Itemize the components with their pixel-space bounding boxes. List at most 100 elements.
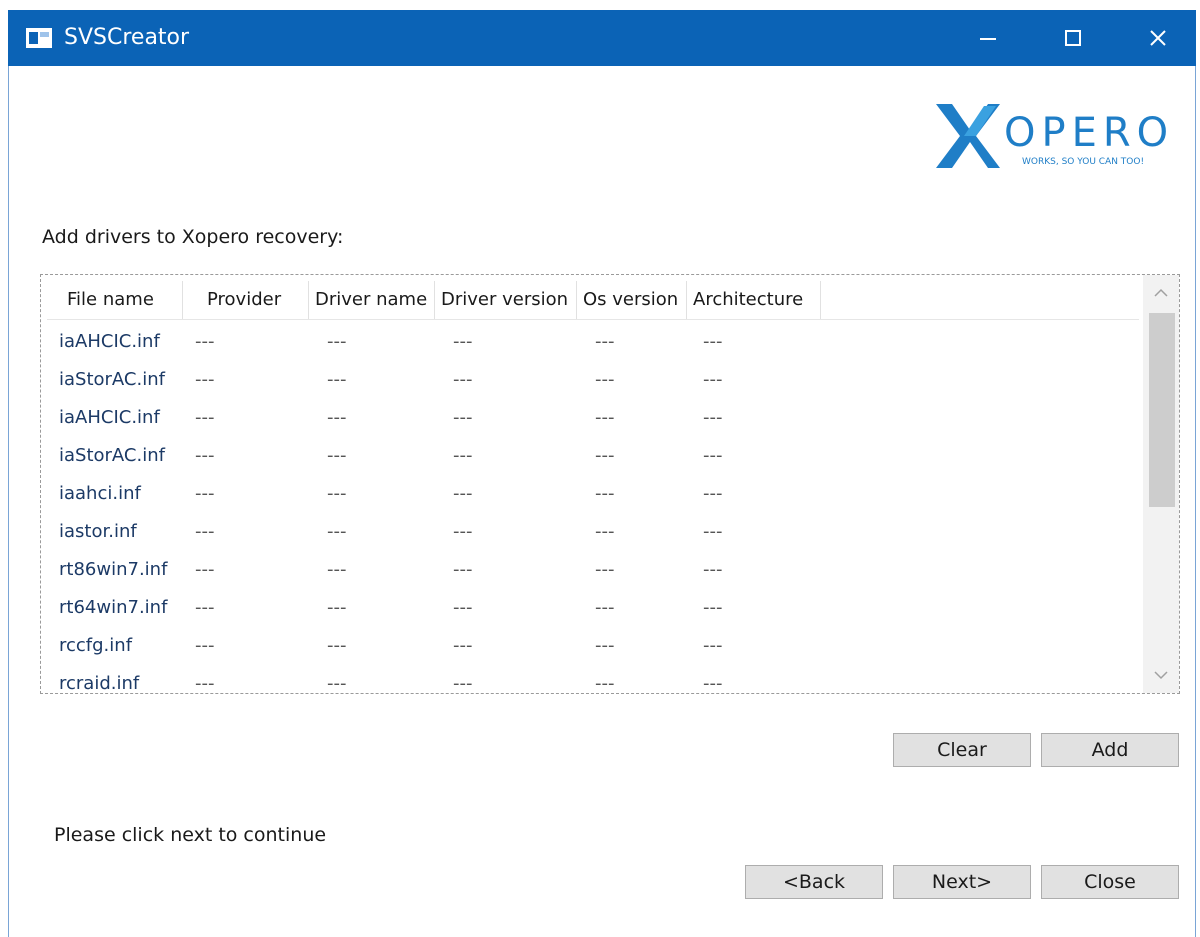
close-icon	[1150, 30, 1166, 46]
table-row[interactable]: rccfg.inf --- --- --- --- ---	[49, 627, 1139, 665]
driver-name-cell: ---	[327, 673, 347, 694]
driver-version-cell: ---	[453, 483, 473, 504]
architecture-cell: ---	[703, 483, 723, 504]
os-version-cell: ---	[595, 369, 615, 390]
file-name-cell: iaAHCIC.inf	[59, 331, 160, 352]
table-row[interactable]: rt86win7.inf --- --- --- --- ---	[49, 551, 1139, 589]
provider-cell: ---	[195, 483, 215, 504]
table-row[interactable]: iaStorAC.inf --- --- --- --- ---	[49, 437, 1139, 475]
file-name-cell: iastor.inf	[59, 521, 137, 542]
architecture-cell: ---	[703, 559, 723, 580]
driver-version-cell: ---	[453, 597, 473, 618]
driver-name-cell: ---	[327, 483, 347, 504]
column-header[interactable]: Provider	[183, 281, 309, 319]
provider-cell: ---	[195, 331, 215, 352]
driver-version-cell: ---	[453, 521, 473, 542]
app-icon	[26, 28, 52, 48]
driver-name-cell: ---	[327, 559, 347, 580]
driver-name-cell: ---	[327, 407, 347, 428]
column-header[interactable]: Driver version	[435, 281, 577, 319]
chevron-up-icon	[1154, 288, 1168, 297]
table-row[interactable]: rt64win7.inf --- --- --- --- ---	[49, 589, 1139, 627]
column-header[interactable]: File name	[49, 281, 183, 319]
driver-version-cell: ---	[453, 331, 473, 352]
back-button[interactable]: <Back	[745, 865, 883, 899]
next-button[interactable]: Next>	[893, 865, 1031, 899]
os-version-cell: ---	[595, 673, 615, 694]
file-name-cell: rcraid.inf	[59, 673, 140, 694]
driver-name-cell: ---	[327, 445, 347, 466]
driver-version-cell: ---	[453, 559, 473, 580]
title-bar: SVSCreator	[8, 10, 1196, 66]
file-name-cell: rt64win7.inf	[59, 597, 168, 618]
column-header[interactable]: Driver name	[309, 281, 435, 319]
os-version-cell: ---	[595, 445, 615, 466]
minimize-icon	[980, 38, 996, 40]
svg-text:WORKS, SO YOU CAN TOO!: WORKS, SO YOU CAN TOO!	[1022, 157, 1144, 167]
provider-cell: ---	[195, 559, 215, 580]
column-header[interactable]: Architecture	[687, 281, 821, 319]
driver-name-cell: ---	[327, 635, 347, 656]
architecture-cell: ---	[703, 597, 723, 618]
scrollbar-thumb[interactable]	[1149, 313, 1175, 507]
column-header[interactable]: Os version	[577, 281, 687, 319]
minimize-button[interactable]	[958, 10, 1018, 66]
window-border	[8, 66, 9, 937]
architecture-cell: ---	[703, 369, 723, 390]
os-version-cell: ---	[595, 331, 615, 352]
scroll-down-button[interactable]	[1143, 657, 1179, 693]
architecture-cell: ---	[703, 445, 723, 466]
driver-version-cell: ---	[453, 369, 473, 390]
file-name-cell: iaAHCIC.inf	[59, 407, 160, 428]
os-version-cell: ---	[595, 521, 615, 542]
table-row[interactable]: iastor.inf --- --- --- --- ---	[49, 513, 1139, 551]
table-row[interactable]: iaAHCIC.inf --- --- --- --- ---	[49, 323, 1139, 361]
driver-name-cell: ---	[327, 331, 347, 352]
xopero-logo: OPERO WORKS, SO YOU CAN TOO!	[936, 104, 1174, 168]
os-version-cell: ---	[595, 635, 615, 656]
driver-version-cell: ---	[453, 445, 473, 466]
clear-button[interactable]: Clear	[893, 733, 1031, 767]
window-border	[1195, 66, 1196, 937]
scroll-up-button[interactable]	[1143, 275, 1179, 311]
driver-name-cell: ---	[327, 369, 347, 390]
file-name-cell: rt86win7.inf	[59, 559, 168, 580]
file-name-cell: rccfg.inf	[59, 635, 133, 656]
provider-cell: ---	[195, 445, 215, 466]
architecture-cell: ---	[703, 521, 723, 542]
architecture-cell: ---	[703, 407, 723, 428]
provider-cell: ---	[195, 407, 215, 428]
table-row[interactable]: iaStorAC.inf --- --- --- --- ---	[49, 361, 1139, 399]
os-version-cell: ---	[595, 597, 615, 618]
header-divider	[47, 319, 1139, 320]
window-title: SVSCreator	[64, 25, 190, 50]
file-name-cell: iaStorAC.inf	[59, 445, 165, 466]
close-button[interactable]: Close	[1041, 865, 1179, 899]
provider-cell: ---	[195, 673, 215, 694]
os-version-cell: ---	[595, 483, 615, 504]
add-button[interactable]: Add	[1041, 733, 1179, 767]
provider-cell: ---	[195, 597, 215, 618]
table-row[interactable]: iaahci.inf --- --- --- --- ---	[49, 475, 1139, 513]
os-version-cell: ---	[595, 559, 615, 580]
table-row[interactable]: rcraid.inf --- --- --- --- ---	[49, 665, 1139, 694]
section-label: Add drivers to Xopero recovery:	[42, 226, 344, 248]
driver-name-cell: ---	[327, 597, 347, 618]
drivers-list[interactable]: File name Provider Driver name Driver ve…	[40, 274, 1180, 694]
chevron-down-icon	[1154, 671, 1168, 680]
close-window-button[interactable]	[1128, 10, 1188, 66]
provider-cell: ---	[195, 521, 215, 542]
driver-version-cell: ---	[453, 635, 473, 656]
architecture-cell: ---	[703, 673, 723, 694]
maximize-button[interactable]	[1043, 10, 1103, 66]
file-name-cell: iaahci.inf	[59, 483, 141, 504]
driver-version-cell: ---	[453, 673, 473, 694]
status-text: Please click next to continue	[54, 824, 327, 846]
vertical-scrollbar[interactable]	[1143, 275, 1179, 693]
svg-text:OPERO: OPERO	[1004, 110, 1174, 156]
driver-name-cell: ---	[327, 521, 347, 542]
table-row[interactable]: iaAHCIC.inf --- --- --- --- ---	[49, 399, 1139, 437]
architecture-cell: ---	[703, 331, 723, 352]
architecture-cell: ---	[703, 635, 723, 656]
os-version-cell: ---	[595, 407, 615, 428]
